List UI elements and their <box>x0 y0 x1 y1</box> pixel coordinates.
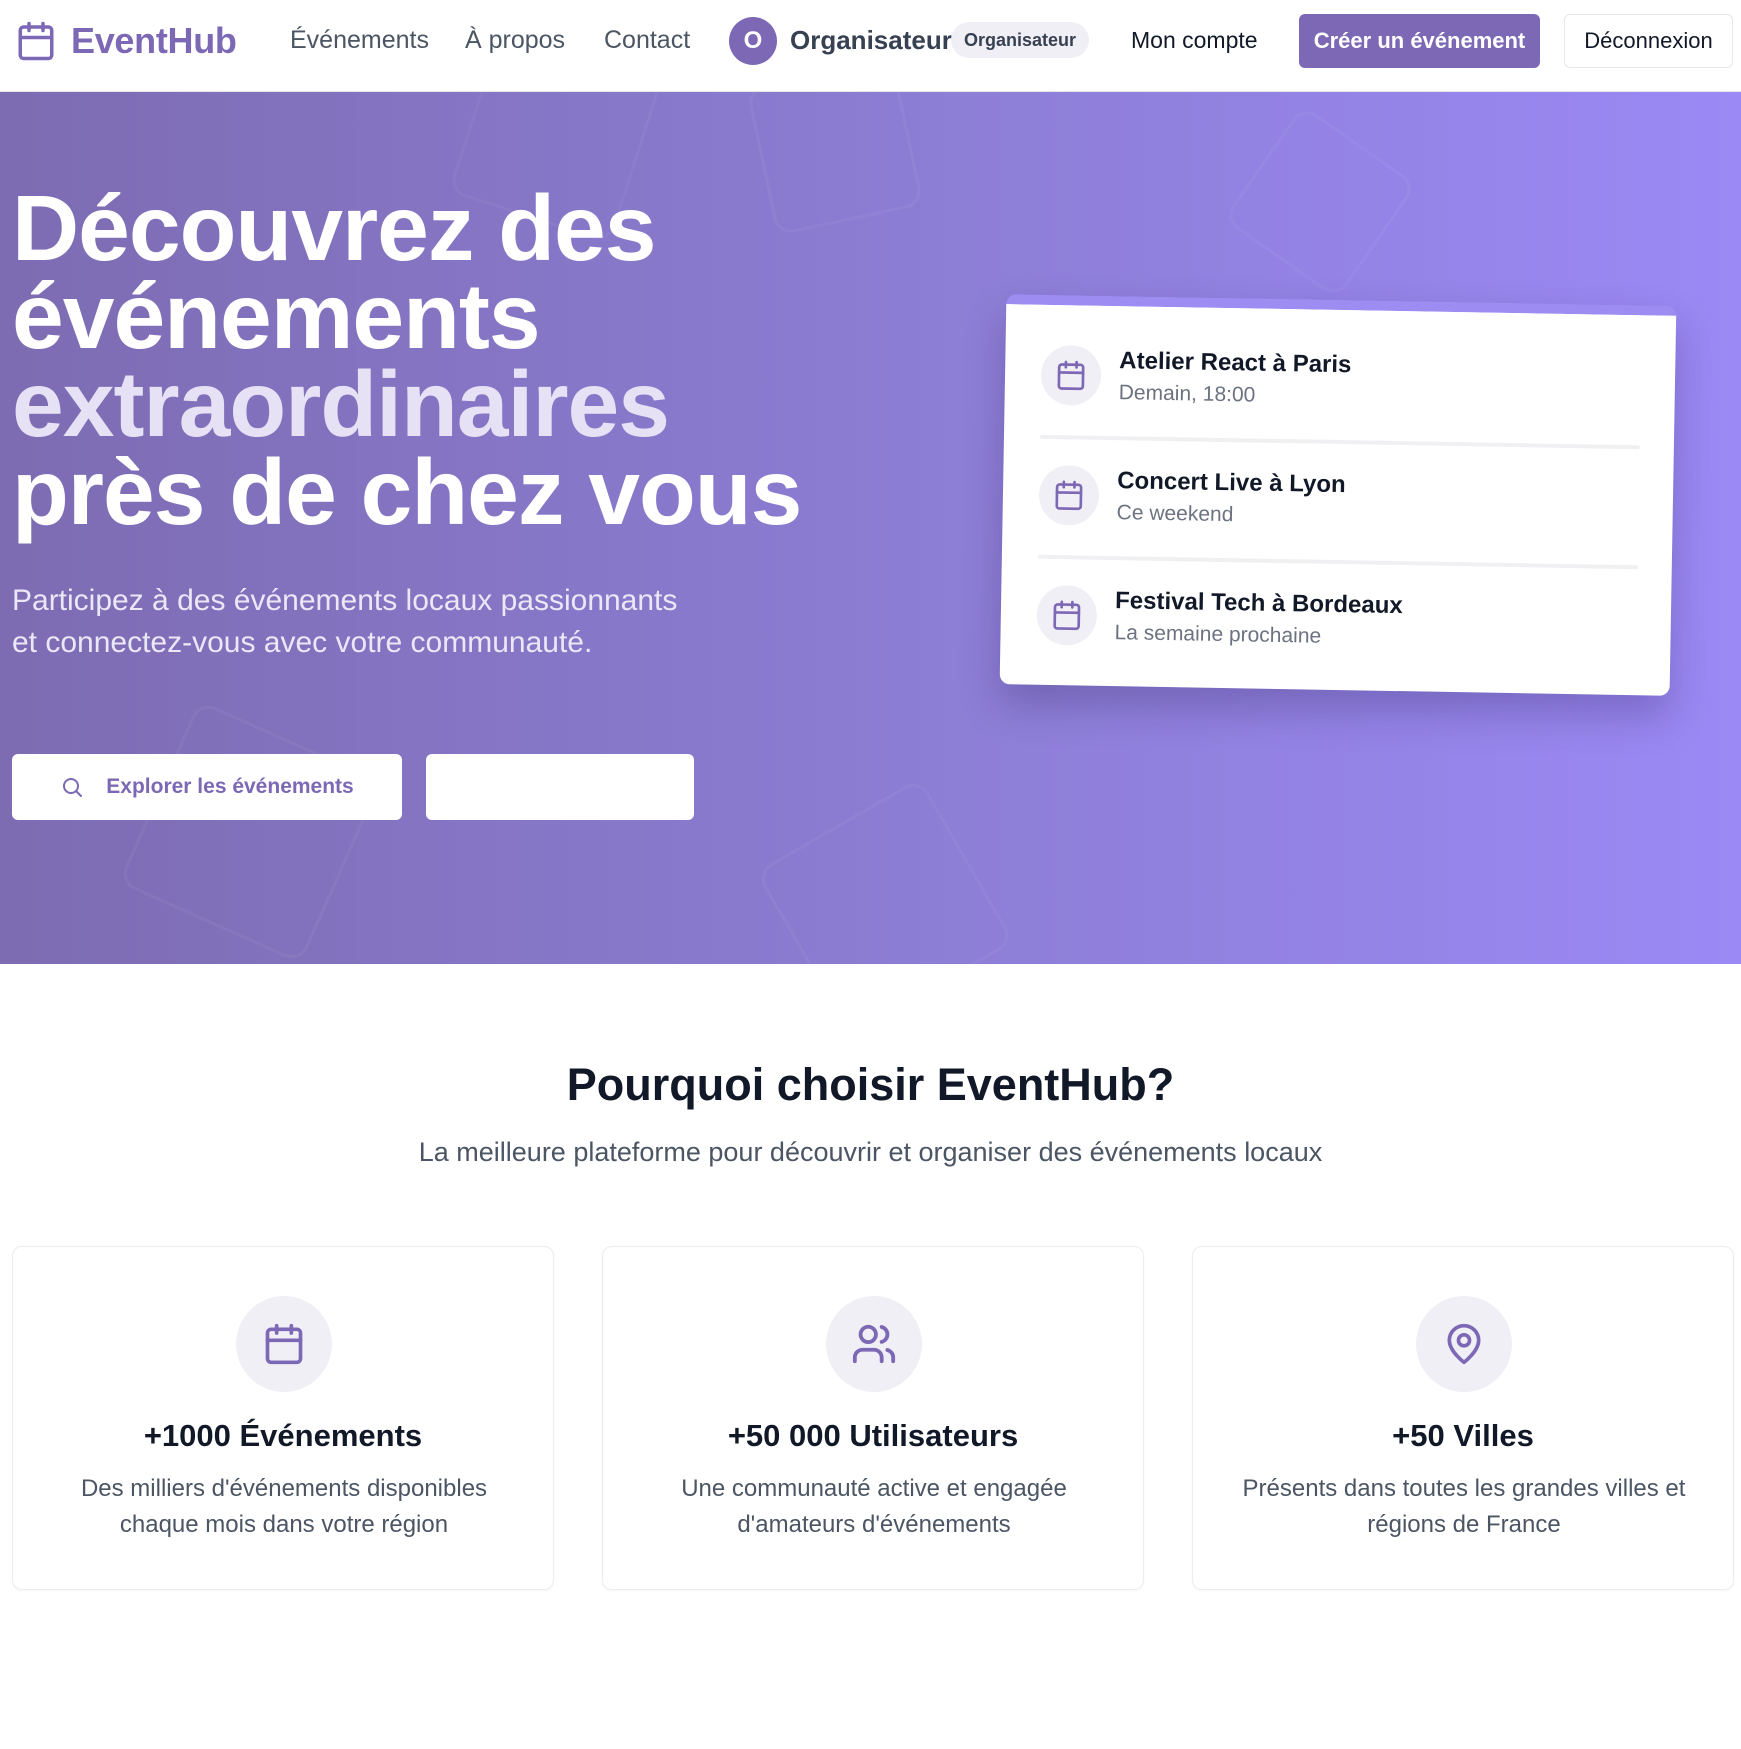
calendar-icon <box>1040 344 1102 406</box>
nav-contact[interactable]: Contact <box>604 26 690 55</box>
feature-description: Présents dans toutes les grandes villes … <box>1242 1475 1686 1538</box>
event-time: Demain, 18:00 <box>1118 381 1256 407</box>
search-icon <box>63 778 83 797</box>
upcoming-events-card: Atelier React à Paris Demain, 18:00 Conc… <box>999 294 1677 696</box>
hero-subtitle: Participez à des événements locaux passi… <box>12 584 678 659</box>
calendar-logo-icon <box>18 21 54 61</box>
feature-title: +50 000 Utilisateurs <box>727 1418 1019 1453</box>
secondary-hero-button[interactable] <box>426 754 694 820</box>
section-subtitle: La meilleure plateforme pour découvrir e… <box>418 1137 1323 1167</box>
calendar-icon <box>1036 584 1098 646</box>
decorative-shape <box>1222 104 1418 300</box>
feature-card-users: +50 000 Utilisateurs Une communauté acti… <box>602 1246 1144 1590</box>
role-badge: Organisateur <box>951 22 1090 58</box>
event-item[interactable]: Festival Tech à Bordeaux La semaine proc… <box>1036 565 1638 675</box>
event-time: La semaine prochaine <box>1114 621 1322 648</box>
feature-description: Des milliers d'événements disponibles ch… <box>80 1475 488 1538</box>
explore-events-label: Explorer les événements <box>106 775 354 798</box>
event-time: Ce weekend <box>1116 501 1234 527</box>
user-avatar[interactable]: O <box>729 17 777 65</box>
feature-card-events: +1000 Événements Des milliers d'événemen… <box>12 1246 554 1590</box>
event-title: Festival Tech à Bordeaux <box>1114 587 1403 620</box>
hero-title: Découvrez des événements extraordinaires… <box>12 176 802 544</box>
logo-text: EventHub <box>71 20 237 61</box>
decorative-shape <box>117 699 383 964</box>
calendar-icon <box>236 1296 332 1392</box>
nav-about[interactable]: À propos <box>465 26 565 55</box>
event-item[interactable]: Atelier React à Paris Demain, 18:00 <box>1040 325 1642 435</box>
calendar-icon <box>1038 464 1100 526</box>
event-item[interactable]: Concert Live à Lyon Ce weekend <box>1038 445 1640 555</box>
logout-button[interactable]: Déconnexion <box>1564 14 1733 68</box>
create-event-button[interactable]: Créer un événement <box>1299 14 1540 68</box>
feature-description: Une communauté active et engagée d'amate… <box>681 1475 1067 1538</box>
hero-section: Découvrez des événements extraordinaires… <box>0 92 1741 964</box>
top-navbar: EventHub Événements À propos Contact O O… <box>0 0 1741 92</box>
explore-events-button[interactable]: Explorer les événements <box>12 754 402 820</box>
event-title: Atelier React à Paris <box>1119 347 1352 379</box>
users-icon <box>826 1296 922 1392</box>
feature-title: +1000 Événements <box>143 1418 423 1453</box>
event-title: Concert Live à Lyon <box>1116 467 1346 499</box>
user-name: Organisateur <box>790 25 952 55</box>
decorative-shape <box>755 777 1015 964</box>
section-title: Pourquoi choisir EventHub? <box>566 1059 1175 1110</box>
logo[interactable]: EventHub <box>15 18 237 64</box>
my-account-link[interactable]: Mon compte <box>1131 27 1258 54</box>
feature-card-cities: +50 Villes Présents dans toutes les gran… <box>1192 1246 1734 1590</box>
feature-title: +50 Villes <box>1392 1418 1534 1453</box>
map-pin-icon <box>1416 1296 1512 1392</box>
nav-events[interactable]: Événements <box>290 26 429 55</box>
